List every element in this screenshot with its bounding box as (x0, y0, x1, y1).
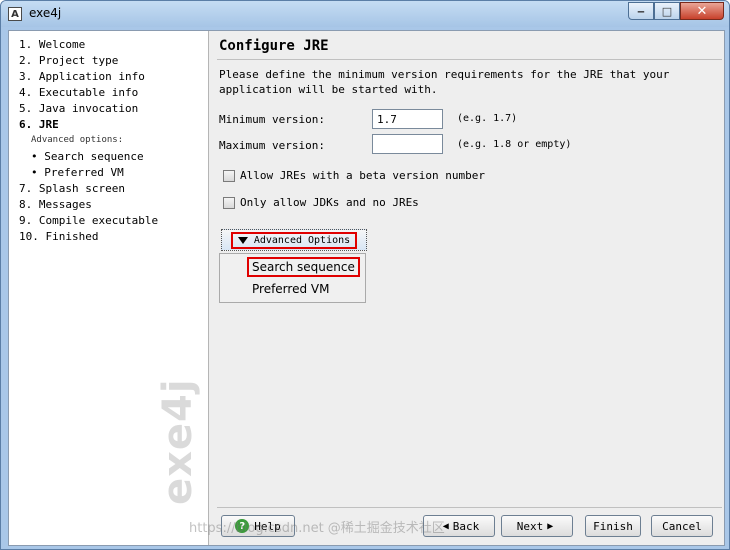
wizard-client: 1. Welcome 2. Project type 3. Applicatio… (8, 30, 725, 546)
cancel-button[interactable]: Cancel (651, 515, 713, 537)
step-executable-info[interactable]: 4. Executable info (19, 86, 138, 99)
help-button[interactable]: ? Help (221, 515, 295, 537)
title-bar[interactable]: A exe4j ‒ □ ✕ (1, 1, 729, 27)
advanced-options-menu: Search sequence Preferred VM (219, 253, 366, 303)
advanced-options-button[interactable]: Advanced Options (221, 229, 367, 251)
page-title: Configure JRE (219, 38, 329, 54)
max-version-hint: (e.g. 1.8 or empty) (457, 139, 572, 150)
cancel-label: Cancel (662, 519, 702, 533)
step-application-info[interactable]: 3. Application info (19, 70, 145, 83)
max-version-label: Maximum version: (219, 139, 325, 152)
step-finished[interactable]: 10. Finished (19, 230, 98, 243)
advanced-options-header: Advanced options: (31, 135, 124, 145)
help-icon: ? (235, 519, 250, 533)
arrow-left-icon: ◀ (442, 520, 449, 532)
back-label: Back (452, 519, 480, 533)
only-jdk-checkbox[interactable] (223, 196, 235, 209)
page-description: Please define the minimum version requir… (219, 68, 670, 96)
minimize-icon: ‒ (637, 4, 645, 18)
min-version-label: Minimum version: (219, 113, 325, 126)
min-version-input[interactable] (372, 109, 443, 129)
finish-label: Finish (593, 519, 633, 533)
step-java-invocation[interactable]: 5. Java invocation (19, 102, 138, 115)
step-compile-executable[interactable]: 9. Compile executable (19, 214, 158, 227)
app-icon: A (8, 7, 22, 21)
step-splash-screen[interactable]: 7. Splash screen (19, 182, 125, 195)
window-controls: ‒ □ ✕ (628, 2, 724, 21)
step-jre[interactable]: 6. JRE (19, 118, 59, 131)
max-version-input[interactable] (372, 134, 443, 154)
maximize-icon: □ (661, 4, 673, 18)
window-title: exe4j (29, 6, 62, 20)
minimize-button[interactable]: ‒ (628, 2, 654, 20)
step-search-sequence[interactable]: • Search sequence (31, 150, 144, 163)
finish-button[interactable]: Finish (585, 515, 641, 537)
title-divider (217, 59, 722, 60)
advanced-options-label: Advanced Options (253, 234, 351, 246)
wizard-steps-sidebar: 1. Welcome 2. Project type 3. Applicatio… (9, 31, 209, 545)
menu-item-search-sequence[interactable]: Search sequence (247, 257, 360, 277)
min-version-hint: (e.g. 1.7) (457, 113, 518, 124)
footer-divider (217, 507, 722, 508)
triangle-down-icon (237, 236, 248, 244)
allow-beta-checkbox[interactable] (223, 169, 235, 182)
step-messages[interactable]: 8. Messages (19, 198, 92, 211)
only-jdk-checkbox-row[interactable]: Only allow JDKs and no JREs (223, 196, 419, 209)
close-icon: ✕ (696, 3, 708, 19)
help-label: Help (254, 519, 281, 533)
next-label: Next (516, 519, 544, 533)
back-button[interactable]: ◀ Back (423, 515, 495, 537)
exe4j-window: A exe4j ‒ □ ✕ 1. Welcome 2. Project type… (0, 0, 730, 550)
advanced-options-highlight: Advanced Options (230, 231, 358, 249)
allow-beta-label: Allow JREs with a beta version number (240, 169, 486, 182)
maximize-button[interactable]: □ (654, 2, 680, 20)
next-button[interactable]: Next ▶ (501, 515, 573, 537)
configure-jre-panel: Configure JRE Please define the minimum … (209, 31, 724, 545)
arrow-right-icon: ▶ (547, 520, 554, 532)
exe4j-brand-logo: exe4j (155, 378, 201, 505)
step-preferred-vm[interactable]: • Preferred VM (31, 166, 124, 179)
step-welcome[interactable]: 1. Welcome (19, 38, 85, 51)
allow-beta-checkbox-row[interactable]: Allow JREs with a beta version number (223, 169, 485, 182)
menu-item-preferred-vm[interactable]: Preferred VM (252, 282, 329, 296)
only-jdk-label: Only allow JDKs and no JREs (240, 196, 419, 209)
close-button[interactable]: ✕ (680, 2, 724, 20)
step-project-type[interactable]: 2. Project type (19, 54, 118, 67)
